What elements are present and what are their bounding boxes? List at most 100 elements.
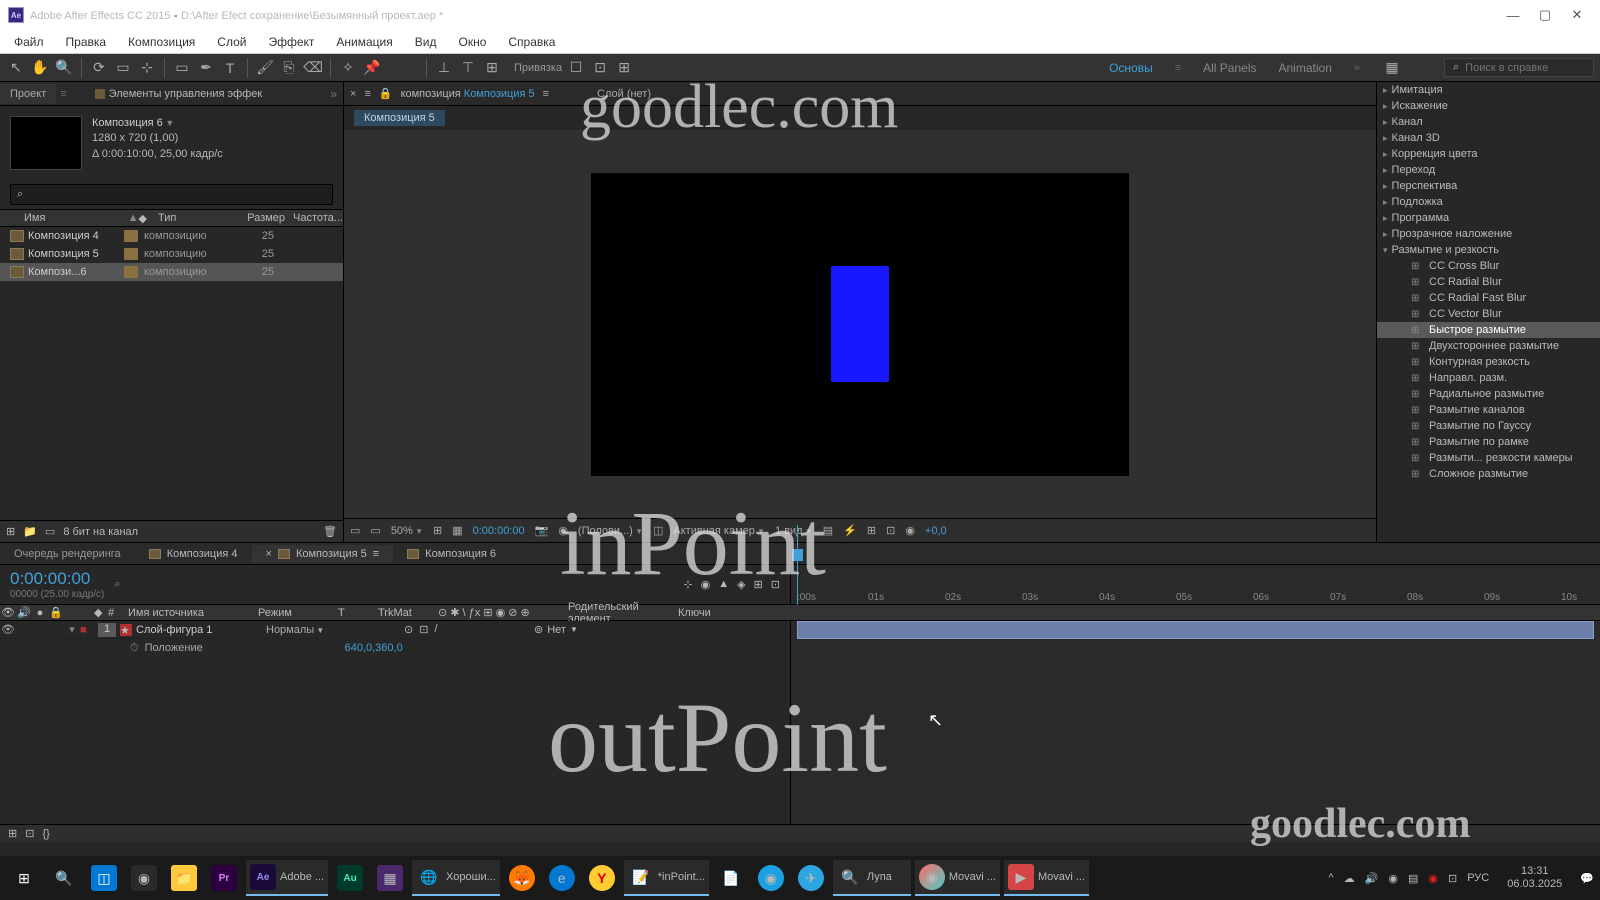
zoom-dropdown[interactable]: 50% [391, 525, 423, 537]
flowchart-icon[interactable]: ⊡ [886, 524, 895, 537]
rect-tool-icon[interactable]: ▭ [172, 58, 192, 78]
workspace-grid-icon[interactable]: ▦ [1382, 58, 1402, 78]
viewer-close-icon[interactable]: × [350, 88, 356, 100]
fx-category[interactable]: Имитация [1377, 82, 1600, 98]
layer-visibility-icon[interactable]: 👁 [0, 623, 16, 636]
layer-none-label[interactable]: Слой (нет) [597, 88, 651, 100]
timeline-ruler[interactable]: :00s 01s 02s 03s 04s 05s 06s 07s 08s 09s… [790, 565, 1600, 605]
zoom-tool-icon[interactable]: 🔍 [54, 58, 74, 78]
fx-item[interactable]: Сложное размытие [1377, 466, 1600, 482]
project-items-list[interactable]: Композиция 4 композицию 25 Композиция 5 … [0, 227, 343, 520]
camera-tool-icon[interactable]: ▭ [113, 58, 133, 78]
toggle-switches-icon[interactable]: ⊞ [8, 827, 17, 840]
text-tool-icon[interactable]: T [220, 58, 240, 78]
effect-controls-tab[interactable]: Элементы управления эффек [85, 84, 273, 104]
fx-item[interactable]: CC Vector Blur [1377, 306, 1600, 322]
maximize-button[interactable]: ▢ [1538, 8, 1552, 22]
viewer-menu-icon[interactable]: ≡ [543, 88, 549, 100]
resolution-icon[interactable]: ⊞ [433, 524, 442, 537]
menu-animation[interactable]: Анимация [332, 33, 396, 51]
snap-label[interactable]: Привязка [514, 62, 562, 74]
app-icon[interactable]: ◉ [126, 860, 162, 896]
layer-name[interactable]: Слой-фигура 1 [136, 624, 266, 636]
panel-overflow-icon[interactable]: » [330, 87, 337, 101]
pickwhip-icon[interactable]: ⊚ [534, 623, 543, 636]
rotate-tool-icon[interactable]: ⟳ [89, 58, 109, 78]
firefox-icon[interactable]: 🦊 [504, 860, 540, 896]
project-tab[interactable]: Проект [0, 84, 56, 104]
resolution-dropdown[interactable]: (Полови...) [578, 525, 643, 537]
fx-item[interactable]: Размытие по Гауссу [1377, 418, 1600, 434]
transparency-icon[interactable]: ▦ [452, 524, 462, 537]
camera-dropdown[interactable]: Активная камер [673, 525, 765, 537]
new-comp-icon[interactable]: ▭ [45, 525, 55, 538]
taskview-button[interactable]: ◫ [86, 860, 122, 896]
tray-cloud-icon[interactable]: ☁ [1344, 872, 1355, 885]
tl-switch-icon[interactable]: ⊞ [754, 578, 763, 591]
clone-tool-icon[interactable]: ⎘ [279, 58, 299, 78]
layer-duration-bar[interactable] [797, 621, 1594, 639]
movavi-taskbar-2[interactable]: ▶Movavi ... [1004, 860, 1089, 896]
views-dropdown[interactable]: 1 вид [775, 525, 813, 537]
tray-volume-icon[interactable]: 🔊 [1365, 872, 1379, 885]
toggle-switches-icon[interactable]: ⊡ [25, 827, 34, 840]
tray-icon[interactable]: ⊡ [1448, 872, 1457, 885]
minimize-button[interactable]: — [1506, 8, 1520, 22]
menu-layer[interactable]: Слой [213, 33, 250, 51]
breadcrumb-item[interactable]: Композиция 5 [354, 110, 445, 126]
shape-layer-preview[interactable] [831, 266, 889, 382]
fx-category[interactable]: Программа [1377, 210, 1600, 226]
project-item[interactable]: Композиция 5 композицию 25 [0, 245, 343, 263]
current-time-display[interactable]: 0:00:00:00 [473, 525, 525, 537]
fx-item[interactable]: Двухстороннее размытие [1377, 338, 1600, 354]
composition-canvas[interactable] [591, 173, 1129, 476]
fx-category[interactable]: Искажение [1377, 98, 1600, 114]
menu-window[interactable]: Окно [454, 33, 490, 51]
switch-icon[interactable]: / [434, 623, 437, 636]
stopwatch-icon[interactable]: ⏱ [130, 642, 139, 655]
fx-item[interactable]: Размыти... резкости камеры [1377, 450, 1600, 466]
tl-switch-icon[interactable]: ⊹ [683, 578, 692, 591]
snapshot-icon[interactable]: 📷 [535, 524, 549, 537]
exposure-value[interactable]: +0,0 [925, 525, 947, 537]
label-column-icon[interactable]: ◆ [138, 212, 158, 225]
fx-category[interactable]: Подложка [1377, 194, 1600, 210]
fx-item[interactable]: CC Radial Blur [1377, 274, 1600, 290]
roto-tool-icon[interactable]: ✧ [338, 58, 358, 78]
fx-item[interactable]: Размытие по рамке [1377, 434, 1600, 450]
fx-item-selected[interactable]: Быстрое размытие [1377, 322, 1600, 338]
movavi-taskbar[interactable]: ◉Movavi ... [915, 860, 1000, 896]
system-clock[interactable]: 13:31 06.03.2025 [1507, 865, 1562, 891]
fx-item[interactable]: CC Radial Fast Blur [1377, 290, 1600, 306]
tray-icon[interactable]: ◉ [1388, 872, 1398, 885]
fx-item[interactable]: Размытие каналов [1377, 402, 1600, 418]
timeline-tab-active[interactable]: ×Композиция 5≡ [252, 545, 394, 563]
timeline-search-icon[interactable]: ⌕ [114, 578, 120, 591]
menu-composition[interactable]: Композиция [124, 33, 199, 51]
telegram-icon[interactable]: ✈ [793, 860, 829, 896]
lock-icon[interactable]: 🔒 [379, 87, 393, 100]
app-icon[interactable]: ◉ [753, 860, 789, 896]
fx-item[interactable]: Радиальное размытие [1377, 386, 1600, 402]
magnification-icon[interactable]: ▭ [370, 524, 380, 537]
menu-help[interactable]: Справка [504, 33, 559, 51]
audition-icon[interactable]: Au [332, 860, 368, 896]
new-folder-icon[interactable]: 📁 [23, 525, 37, 538]
interpret-icon[interactable]: ⊞ [6, 525, 15, 538]
pen-tool-icon[interactable]: ✒ [196, 58, 216, 78]
project-search[interactable]: ⌕ [10, 184, 333, 205]
timeline-icon[interactable]: ⊞ [867, 524, 876, 537]
pixel-aspect-icon[interactable]: ▤ [823, 524, 833, 537]
help-search[interactable]: ⌕ [1444, 58, 1594, 77]
tl-switch-icon[interactable]: ▲ [718, 578, 729, 591]
fx-category[interactable]: Перспектива [1377, 178, 1600, 194]
yandex-icon[interactable]: Y [584, 860, 620, 896]
render-queue-tab[interactable]: Очередь рендеринга [0, 545, 135, 563]
snap-opt2-icon[interactable]: ⊞ [614, 58, 634, 78]
trash-icon[interactable]: 🗑 [323, 525, 337, 538]
hand-tool-icon[interactable]: ✋ [30, 58, 50, 78]
roi-icon[interactable]: ◫ [653, 524, 663, 537]
timeline-tab[interactable]: Композиция 4 [135, 545, 252, 563]
selection-tool-icon[interactable]: ↖ [6, 58, 26, 78]
timeline-tracks[interactable] [790, 621, 1600, 824]
